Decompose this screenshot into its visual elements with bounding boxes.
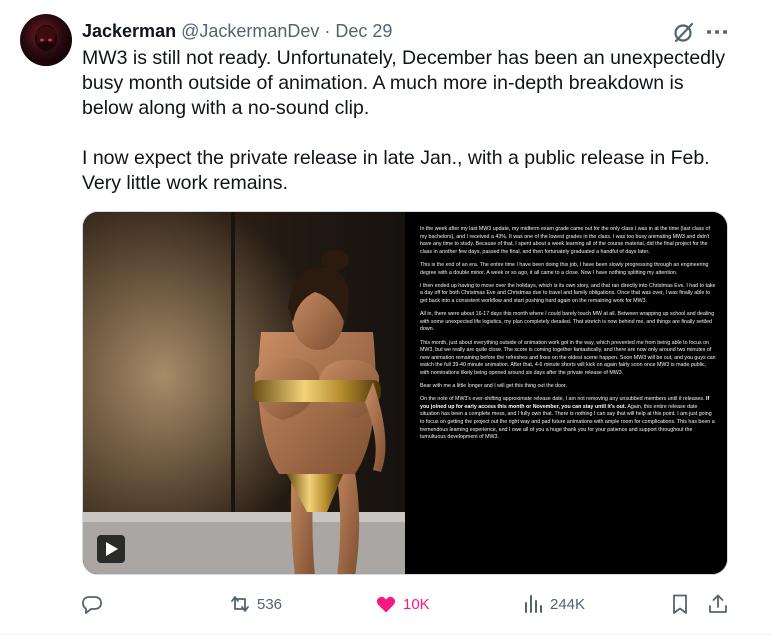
notes-paragraph: This month, just about everything outsid…: [420, 339, 716, 376]
bookmark-icon: [673, 594, 687, 614]
repost-count: 536: [257, 595, 283, 613]
play-icon: [106, 542, 118, 556]
update-notes-image[interactable]: In the week after my last MW3 update, my…: [407, 212, 727, 574]
video-frame-illustration: [83, 212, 405, 574]
post-text-line: below along with a no-sound clip.: [82, 97, 370, 119]
repost-icon: [231, 596, 249, 612]
notes-paragraph: Bear with me a little longer and I will …: [420, 383, 567, 390]
heart-icon: [376, 596, 396, 613]
media-attachment[interactable]: In the week after my last MW3 update, my…: [82, 211, 728, 575]
more-icon[interactable]: [704, 20, 730, 44]
grok-icon[interactable]: [672, 20, 696, 44]
post-header: Jackerman @JackermanDev · Dec 29: [82, 20, 392, 42]
action-bar: 536 10K 244K: [80, 592, 730, 616]
notes-paragraph: All in, there were about 16-17 days this…: [420, 311, 715, 333]
notes-text: On the note of MW3's ever-shifting appro…: [420, 396, 705, 403]
post-text-line: Very little work remains.: [82, 172, 288, 194]
bookmark-button[interactable]: [668, 592, 692, 616]
play-button[interactable]: [97, 535, 125, 563]
notes-paragraph: I then ended up having to move over the …: [420, 282, 716, 304]
video-thumbnail[interactable]: [83, 212, 405, 574]
share-button[interactable]: [706, 592, 730, 616]
like-count: 10K: [403, 595, 430, 613]
views-button[interactable]: 244K: [521, 592, 585, 616]
post-text: MW3 is still not ready. Unfortunately, D…: [82, 46, 732, 196]
post-date[interactable]: Dec 29: [335, 21, 392, 42]
header-separator: ·: [324, 20, 331, 41]
notes-paragraph: This is the end of an era. The entire ti…: [420, 261, 709, 276]
view-count: 244K: [550, 595, 586, 613]
post-text-line: busy month outside of animation. A much …: [82, 72, 684, 94]
post-text-line: I now expect the private release in late…: [82, 147, 710, 169]
avatar-image: [28, 25, 64, 66]
reply-icon: [82, 596, 102, 614]
share-icon: [709, 594, 727, 613]
repost-button[interactable]: 536: [228, 592, 282, 616]
post[interactable]: Jackerman @JackermanDev · Dec 29 MW3 is …: [0, 0, 772, 635]
author-handle[interactable]: @JackermanDev: [181, 21, 319, 42]
post-text-line: MW3 is still not ready. Unfortunately, D…: [82, 47, 726, 69]
avatar[interactable]: [20, 14, 72, 66]
notes-paragraph: On the note of MW3's ever-shifting appro…: [420, 396, 717, 442]
notes-paragraph: In the week after my last MW3 update, my…: [420, 226, 710, 255]
like-button[interactable]: 10K: [374, 592, 430, 616]
views-icon: [525, 595, 542, 613]
author-name[interactable]: Jackerman: [82, 21, 176, 42]
reply-button[interactable]: [80, 592, 109, 616]
